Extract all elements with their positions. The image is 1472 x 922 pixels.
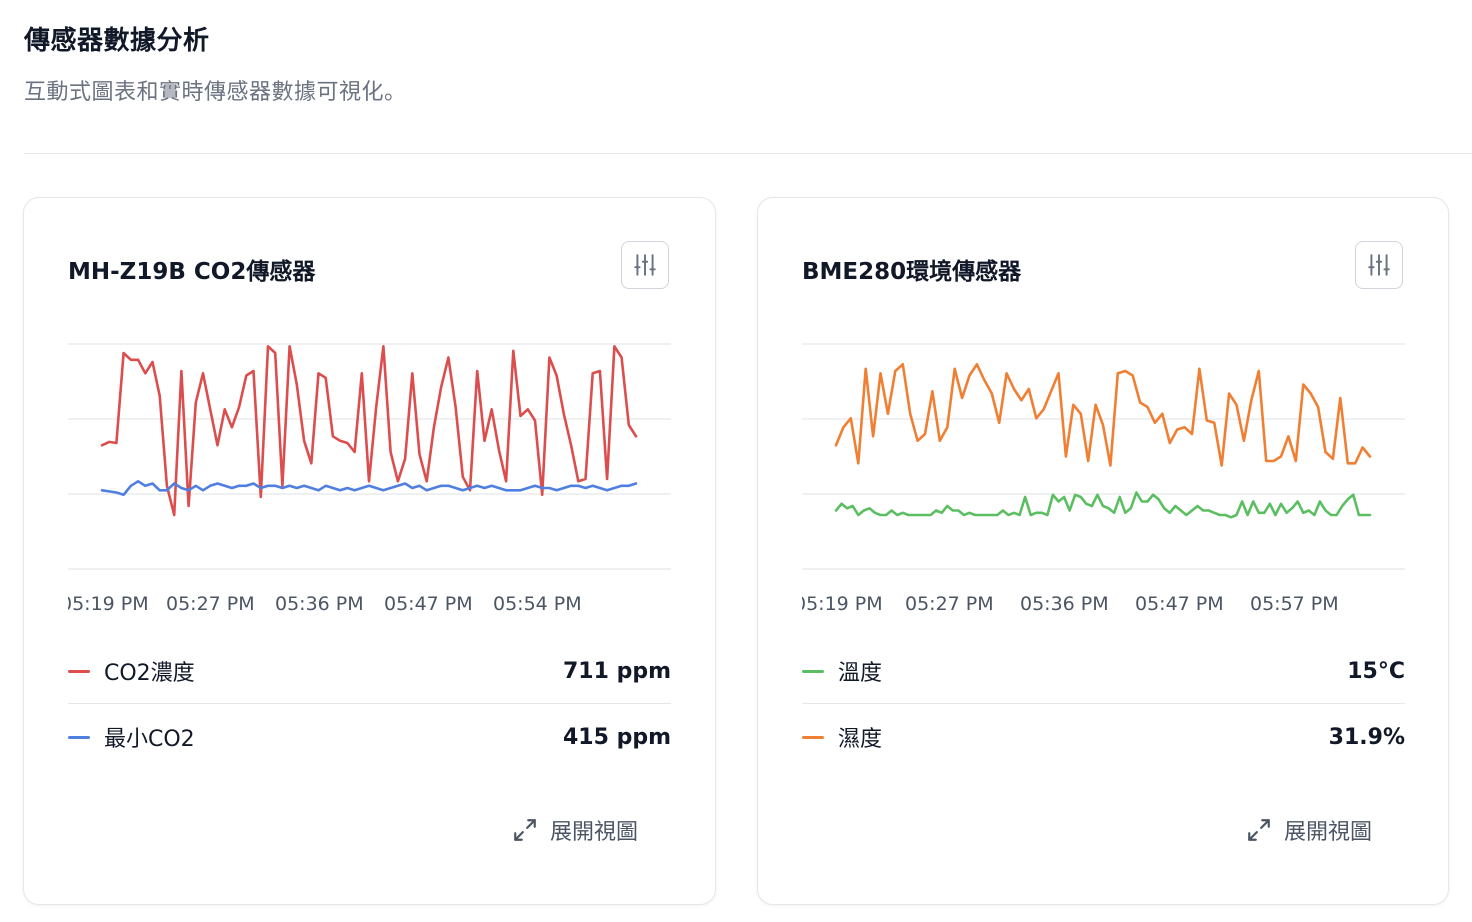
x-tick-label: 05:27 PM: [166, 593, 255, 615]
expand-view-label: 展開視圖: [550, 820, 639, 845]
co2-sensor-card: MH-Z19B CO2傳感器 05:19 PM 05:27 PM 05:36 PM 0…: [23, 197, 716, 905]
legend-value: 711 ppm: [562, 658, 671, 684]
legend-swatch: [68, 669, 90, 673]
expand-view-button[interactable]: 展開視圖: [512, 814, 638, 846]
legend-swatch: [802, 669, 824, 673]
series-line: [834, 363, 1372, 467]
x-tick-label: 05:57 PM: [1250, 593, 1339, 615]
page-title: 傳感器數據分析: [24, 26, 210, 56]
legend-row-humidity: 濕度 31.9%: [802, 704, 1405, 770]
legend-name: CO2濃度: [104, 661, 195, 686]
legend-row-min-co2: 最小CO2 415 ppm: [68, 704, 671, 770]
x-tick-label: 05:27 PM: [905, 593, 994, 615]
legend-swatch: [802, 735, 824, 739]
legend-row-co2: CO2濃度 711 ppm: [68, 638, 671, 704]
legend-row-temperature: 溫度 15°C: [802, 638, 1405, 704]
x-tick-label: 05:19 PM: [60, 593, 149, 615]
legend-swatch: [68, 735, 90, 739]
legend-value: 31.9%: [1328, 724, 1405, 750]
page-subtitle: 互動式圖表和實時傳感器數據可視化。: [24, 80, 407, 105]
x-tick-label: 05:54 PM: [493, 593, 582, 615]
x-tick-label: 05:47 PM: [384, 593, 473, 615]
x-tick-label: 05:19 PM: [794, 593, 883, 615]
environment-line-chart: 05:19 PM 05:27 PM 05:36 PM 05:47 PM 05:57 PM: [794, 343, 1405, 615]
bme280-sensor-card: BME280環境傳感器 05:19 PM 05:27 PM 05:36 PM 05:4…: [757, 197, 1449, 905]
legend-value: 415 ppm: [562, 724, 671, 750]
legend-value: 15°C: [1347, 658, 1405, 684]
x-tick-label: 05:36 PM: [1020, 593, 1109, 615]
header-divider: [24, 153, 1472, 154]
series-line: [834, 491, 1372, 519]
legend-name: 濕度: [838, 727, 883, 752]
legend-name: 最小CO2: [104, 727, 195, 752]
legend-name: 溫度: [838, 661, 883, 686]
co2-line-chart: 05:19 PM 05:27 PM 05:36 PM 05:47 PM 05:54 PM: [60, 343, 671, 615]
expand-view-label: 展開視圖: [1284, 820, 1373, 845]
x-tick-label: 05:47 PM: [1135, 593, 1224, 615]
series-line: [100, 479, 638, 497]
expand-view-button[interactable]: 展開視圖: [1246, 814, 1372, 846]
x-tick-label: 05:36 PM: [275, 593, 364, 615]
expand-icon: [1248, 819, 1270, 841]
expand-icon: [514, 819, 536, 841]
